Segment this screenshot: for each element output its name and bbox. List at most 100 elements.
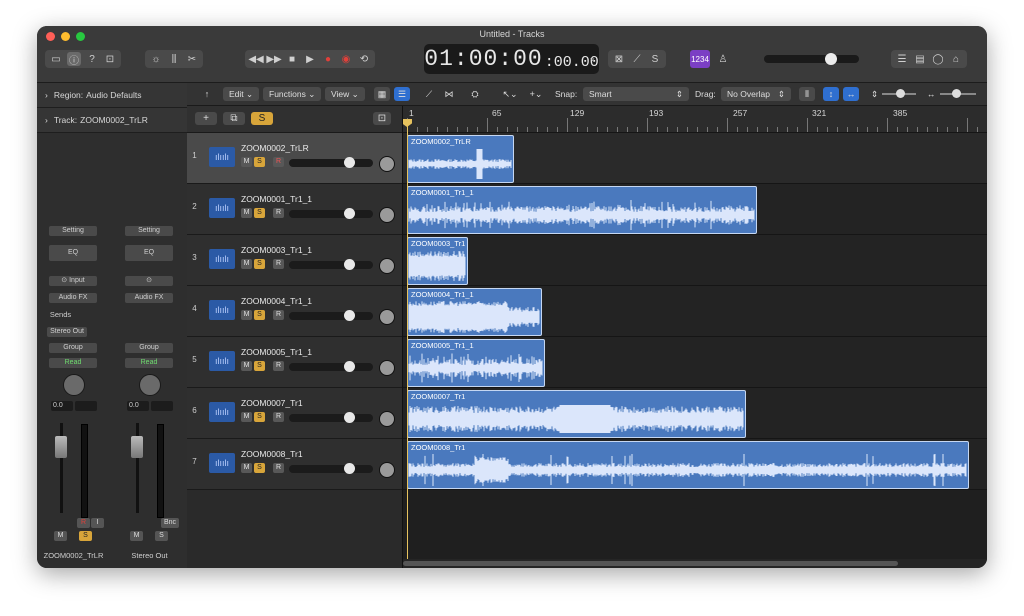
lcd-display[interactable]: 01:00:00 :00.00 ⌄ bbox=[424, 44, 599, 74]
audio-region[interactable]: ZOOM0005_Tr1_1 bbox=[407, 339, 545, 387]
output-slot[interactable]: Stereo Out bbox=[47, 327, 87, 337]
track-volume-knob[interactable] bbox=[344, 310, 355, 321]
setting-button[interactable]: Setting bbox=[125, 226, 173, 236]
track-mute-button[interactable]: M bbox=[241, 310, 252, 320]
go-up-icon[interactable]: ↑ bbox=[199, 87, 215, 101]
track-pan-knob[interactable] bbox=[379, 411, 395, 427]
track-volume-slider[interactable] bbox=[289, 157, 373, 168]
list-editors-icon[interactable]: ☰ bbox=[895, 52, 909, 66]
browser-icon[interactable]: ⌂ bbox=[949, 52, 963, 66]
audio-region[interactable]: ZOOM0004_Tr1_1 bbox=[407, 288, 542, 336]
catch-icon[interactable]: ⛭ bbox=[467, 87, 483, 101]
track-lane[interactable]: ZOOM0003_Tr1 bbox=[403, 235, 987, 286]
automation-mode[interactable]: Read bbox=[49, 358, 97, 368]
vertical-zoom-slider[interactable]: ⇕ bbox=[871, 87, 921, 101]
master-volume-slider[interactable] bbox=[764, 53, 859, 65]
play-icon[interactable]: ▶ bbox=[303, 52, 317, 66]
replace-icon[interactable]: ⊠ bbox=[612, 52, 626, 66]
track-record-button[interactable]: R bbox=[273, 361, 284, 371]
library-icon[interactable]: ▭ bbox=[49, 52, 63, 66]
audio-fx-slot[interactable]: Audio FX bbox=[49, 293, 97, 303]
track-volume-slider[interactable] bbox=[289, 259, 373, 270]
input-slot[interactable]: ⊙ Input bbox=[49, 276, 97, 286]
track-mute-button[interactable]: M bbox=[241, 463, 252, 473]
track-row[interactable]: 2 ılıılı ZOOM0001_Tr1_1 M S R bbox=[187, 184, 402, 235]
master-volume-knob[interactable] bbox=[825, 53, 837, 65]
scrollbar-thumb[interactable] bbox=[403, 561, 898, 566]
track-lane[interactable]: ZOOM0008_Tr1 bbox=[403, 439, 987, 490]
track-pan-knob[interactable] bbox=[379, 156, 395, 172]
input-monitor-button[interactable]: I bbox=[91, 518, 104, 528]
automation-icon[interactable]: ⋈ bbox=[441, 87, 457, 101]
list-view-icon[interactable]: ☰ bbox=[394, 87, 410, 101]
track-solo-button[interactable]: S bbox=[254, 310, 265, 320]
pan-knob[interactable] bbox=[63, 374, 85, 396]
track-solo-button[interactable]: S bbox=[254, 361, 265, 371]
edit-menu[interactable]: Edit ⌄ bbox=[223, 87, 260, 101]
volume-fader-handle[interactable] bbox=[131, 436, 143, 458]
track-pan-knob[interactable] bbox=[379, 462, 395, 478]
automation-mode[interactable]: Read bbox=[125, 358, 173, 368]
solo-button[interactable]: S bbox=[79, 531, 92, 541]
track-volume-slider[interactable] bbox=[289, 208, 373, 219]
solo-mode-icon[interactable]: S bbox=[648, 52, 662, 66]
track-name[interactable]: ZOOM0008_Tr1 bbox=[241, 449, 303, 459]
audio-region[interactable]: ZOOM0003_Tr1 bbox=[407, 237, 468, 285]
metronome-icon[interactable]: ♙ bbox=[716, 52, 730, 66]
grid-view-icon[interactable]: ▦ bbox=[374, 87, 390, 101]
track-solo-button[interactable]: S bbox=[254, 208, 265, 218]
track-lane[interactable]: ZOOM0004_Tr1_1 bbox=[403, 286, 987, 337]
track-pan-knob[interactable] bbox=[379, 309, 395, 325]
tuning-fork-icon[interactable]: ⟋ bbox=[630, 52, 644, 66]
mixer-icon[interactable]: ⫼ bbox=[167, 52, 181, 66]
pointer-tool-icon[interactable]: ↖⌄ bbox=[499, 87, 521, 101]
capture-record-icon[interactable]: ◉ bbox=[339, 52, 353, 66]
record-icon[interactable]: ● bbox=[321, 52, 335, 66]
track-row[interactable]: 6 ılıılı ZOOM0007_Tr1 M S R bbox=[187, 388, 402, 439]
waveform-icon[interactable]: ılıılı bbox=[209, 402, 235, 422]
track-options-icon[interactable]: ⊡ bbox=[373, 112, 391, 125]
cycle-icon[interactable]: ⟲ bbox=[357, 52, 371, 66]
global-solo-button[interactable]: S bbox=[251, 112, 273, 125]
horizontal-scrollbar[interactable] bbox=[403, 559, 987, 568]
waveform-icon[interactable]: ılıılı bbox=[209, 453, 235, 473]
track-solo-button[interactable]: S bbox=[254, 259, 265, 269]
track-row[interactable]: 3 ılıılı ZOOM0003_Tr1_1 M S R bbox=[187, 235, 402, 286]
smart-controls-icon[interactable]: ☼ bbox=[149, 52, 163, 66]
track-lane[interactable]: ZOOM0002_TrLR bbox=[403, 133, 987, 184]
track-row[interactable]: 7 ılıılı ZOOM0008_Tr1 M S R bbox=[187, 439, 402, 490]
stop-icon[interactable]: ■ bbox=[285, 52, 299, 66]
track-mute-button[interactable]: M bbox=[241, 208, 252, 218]
track-volume-slider[interactable] bbox=[289, 310, 373, 321]
group-slot[interactable]: Group bbox=[49, 343, 97, 353]
track-row[interactable]: 1 ılıılı ZOOM0002_TrLR M S R bbox=[187, 133, 402, 184]
volume-fader-handle[interactable] bbox=[55, 436, 67, 458]
rewind-icon[interactable]: ◀◀ bbox=[248, 52, 263, 66]
waveform-icon[interactable]: ılıılı bbox=[209, 198, 235, 218]
quick-help-icon[interactable]: ? bbox=[85, 52, 99, 66]
track-record-button[interactable]: R bbox=[273, 310, 284, 320]
mute-button[interactable]: M bbox=[54, 531, 67, 541]
flex-time-icon[interactable]: ⟋ bbox=[421, 87, 437, 101]
editors-icon[interactable]: ✂ bbox=[185, 52, 199, 66]
bar-ruler[interactable]: 1 65 129 193 257 321 385 bbox=[403, 106, 987, 133]
waveform-icon[interactable]: ılıılı bbox=[209, 147, 235, 167]
mute-button[interactable]: M bbox=[130, 531, 143, 541]
track-name[interactable]: ZOOM0002_TrLR bbox=[241, 143, 309, 153]
audio-region[interactable]: ZOOM0001_Tr1_1 bbox=[407, 186, 757, 234]
eq-button[interactable]: EQ bbox=[49, 245, 97, 261]
track-mute-button[interactable]: M bbox=[241, 259, 252, 269]
track-row[interactable]: 4 ılıılı ZOOM0004_Tr1_1 M S R bbox=[187, 286, 402, 337]
track-volume-knob[interactable] bbox=[344, 463, 355, 474]
track-volume-slider[interactable] bbox=[289, 463, 373, 474]
track-record-button[interactable]: R bbox=[273, 412, 284, 422]
track-record-button[interactable]: R bbox=[273, 259, 284, 269]
track-lane[interactable]: ZOOM0005_Tr1_1 bbox=[403, 337, 987, 388]
secondary-tool-icon[interactable]: +⌄ bbox=[525, 87, 547, 101]
track-volume-knob[interactable] bbox=[344, 361, 355, 372]
link-icon[interactable]: ⊙ bbox=[125, 276, 173, 286]
record-enable-button[interactable]: R bbox=[77, 518, 90, 528]
track-volume-knob[interactable] bbox=[344, 259, 355, 270]
drag-select[interactable]: No Overlap ⇕ bbox=[721, 87, 791, 101]
track-volume-slider[interactable] bbox=[289, 361, 373, 372]
